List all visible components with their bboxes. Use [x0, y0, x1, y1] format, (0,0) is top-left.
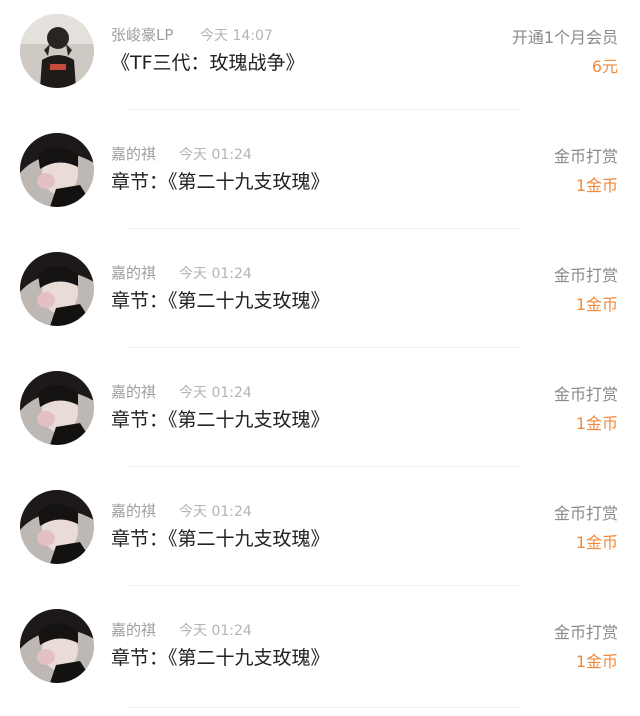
sender-name: 嘉的祺 [111, 383, 157, 401]
user-avatar-icon [20, 609, 94, 683]
timestamp: 今天 01:24 [179, 623, 252, 639]
record-row[interactable]: 嘉的祺 今天 01:24 章节：《第二十九支玫瑰》 金币打赏 1金币 [0, 238, 640, 357]
record-description: 《TF三代：玫瑰战争》 [111, 52, 305, 74]
divider [128, 228, 520, 229]
timestamp: 今天 01:24 [179, 147, 252, 163]
divider [128, 466, 520, 467]
record-description: 章节：《第二十九支玫瑰》 [111, 171, 330, 193]
reward-type: 金币打赏 [553, 504, 618, 523]
user-avatar-icon [20, 133, 94, 207]
timestamp: 今天 01:24 [179, 504, 252, 520]
record-description: 章节：《第二十九支玫瑰》 [111, 290, 330, 312]
avatar[interactable] [20, 371, 94, 445]
timestamp: 今天 14:07 [200, 28, 273, 44]
divider [128, 347, 520, 348]
user-avatar-icon [20, 14, 94, 88]
user-avatar-icon [20, 490, 94, 564]
reward-type: 金币打赏 [553, 266, 618, 285]
timestamp: 今天 01:24 [179, 266, 252, 282]
reward-type: 金币打赏 [553, 623, 618, 642]
sender-name: 张峻豪LP [111, 26, 174, 44]
reward-amount: 1金币 [575, 414, 618, 433]
record-row[interactable]: 嘉的祺 今天 01:24 章节：《第二十九支玫瑰》 金币打赏 1金币 [0, 595, 640, 714]
reward-amount: 6元 [591, 57, 618, 76]
user-avatar-icon [20, 371, 94, 445]
record-description: 章节：《第二十九支玫瑰》 [111, 528, 330, 550]
record-row[interactable]: 张峻豪LP 今天 14:07 《TF三代：玫瑰战争》 开通1个月会员 6元 [0, 0, 640, 119]
reward-type: 金币打赏 [553, 147, 618, 166]
reward-amount: 1金币 [575, 652, 618, 671]
user-avatar-icon [20, 252, 94, 326]
reward-amount: 1金币 [575, 176, 618, 195]
sender-name: 嘉的祺 [111, 264, 157, 282]
avatar[interactable] [20, 14, 94, 88]
avatar[interactable] [20, 133, 94, 207]
sender-name: 嘉的祺 [111, 502, 157, 520]
reward-type: 开通1个月会员 [511, 28, 618, 47]
avatar[interactable] [20, 609, 94, 683]
reward-type: 金币打赏 [553, 385, 618, 404]
timestamp: 今天 01:24 [179, 385, 252, 401]
reward-record-list: 张峻豪LP 今天 14:07 《TF三代：玫瑰战争》 开通1个月会员 6元 嘉的… [0, 0, 640, 716]
sender-name: 嘉的祺 [111, 621, 157, 639]
divider [128, 585, 520, 586]
record-row[interactable]: 嘉的祺 今天 01:24 章节：《第二十九支玫瑰》 金币打赏 1金币 [0, 476, 640, 595]
record-description: 章节：《第二十九支玫瑰》 [111, 409, 330, 431]
record-row[interactable]: 嘉的祺 今天 01:24 章节：《第二十九支玫瑰》 金币打赏 1金币 [0, 357, 640, 476]
avatar[interactable] [20, 490, 94, 564]
record-description: 章节：《第二十九支玫瑰》 [111, 647, 330, 669]
divider [128, 707, 520, 708]
divider [128, 109, 520, 110]
sender-name: 嘉的祺 [111, 145, 157, 163]
reward-amount: 1金币 [575, 295, 618, 314]
reward-amount: 1金币 [575, 533, 618, 552]
record-row[interactable]: 嘉的祺 今天 01:24 章节：《第二十九支玫瑰》 金币打赏 1金币 [0, 119, 640, 238]
avatar[interactable] [20, 252, 94, 326]
